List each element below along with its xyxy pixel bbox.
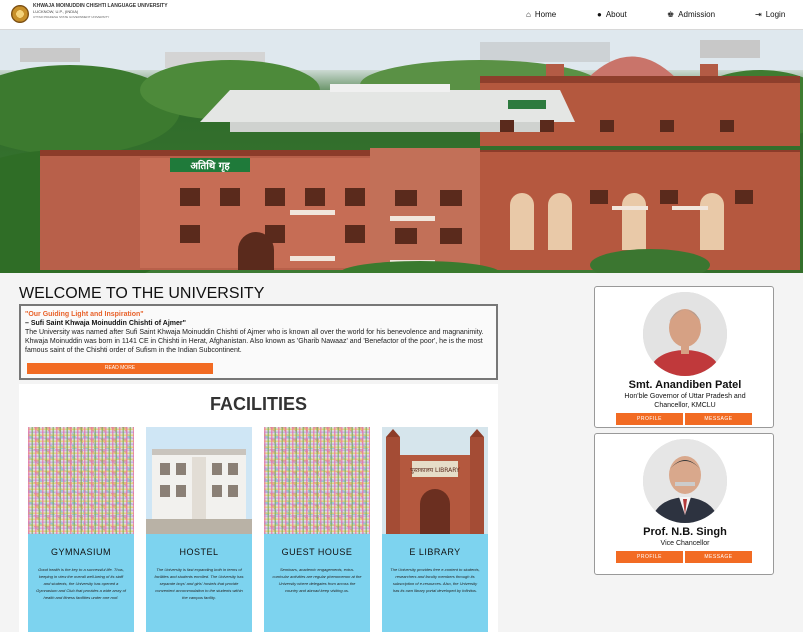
- nav-login-label: Login: [765, 10, 786, 19]
- chancellor-profile-button[interactable]: PROFILE: [616, 413, 683, 425]
- nav-about-label: About: [605, 10, 627, 19]
- facility-card-guest-house[interactable]: GUEST HOUSE Seminars, academic engagemen…: [264, 427, 370, 632]
- library-image: पुस्तकालय LIBRARY: [382, 427, 488, 534]
- read-more-button[interactable]: READ MORE: [27, 363, 213, 374]
- university-subtitle: UTTAR PRADESH STATE GOVERNMENT UNIVERSIT…: [33, 15, 110, 19]
- chancellor-role: Hon'ble Governor of Uttar Pradesh and Ch…: [624, 393, 746, 409]
- hostel-image: [146, 427, 252, 534]
- facility-card-hostel[interactable]: HOSTEL The University is fast expanding …: [146, 427, 252, 632]
- graduation-cap-icon: ♚: [667, 9, 675, 19]
- university-location: LUCKNOW, U.P., (INDIA): [33, 9, 79, 14]
- facilities-title: FACILITIES: [209, 394, 307, 414]
- hostel-building-drawing: [146, 427, 252, 534]
- vice-chancellor-profile-button[interactable]: PROFILE: [616, 551, 683, 563]
- nav-login[interactable]: ⇥ Login: [755, 10, 785, 19]
- vice-chancellor-name: Prof. N.B. Singh: [643, 526, 727, 538]
- nav-admission[interactable]: ♚ Admission: [667, 10, 715, 19]
- facility-title: GUEST HOUSE: [281, 547, 353, 557]
- facility-description: The University provides free e-content t…: [390, 567, 480, 593]
- facility-description: Good health is the key to a successful l…: [36, 567, 126, 600]
- welcome-title: WELCOME TO THE UNIVERSITY: [19, 285, 265, 302]
- nav-home-label: Home: [534, 10, 557, 19]
- chancellor-portrait: [643, 292, 727, 376]
- login-icon: ⇥: [755, 9, 762, 19]
- info-icon: ●: [597, 9, 602, 19]
- nav-about[interactable]: ● About: [597, 10, 627, 19]
- facility-card-gymnasium[interactable]: GYMNASIUM Good health is the key to a su…: [28, 427, 134, 632]
- profile-card-chancellor: Smt. Anandiben Patel Hon'ble Governor of…: [594, 286, 774, 428]
- hero-building-image: अतिथि गृह: [0, 30, 803, 273]
- gymnasium-image: [28, 427, 134, 534]
- university-logo[interactable]: [11, 5, 29, 23]
- facility-title: HOSTEL: [179, 547, 219, 557]
- chancellor-photo: [643, 292, 727, 376]
- welcome-quote-source: – Sufi Saint Khwaja Moinuddin Chishti of…: [25, 320, 186, 327]
- library-building-drawing: पुस्तकालय LIBRARY: [382, 427, 488, 534]
- facility-description: Seminars, academic engagements, extra-cu…: [272, 567, 362, 593]
- facility-card-e-library[interactable]: पुस्तकालय LIBRARY E LIBRARY The Universi…: [382, 427, 488, 632]
- profile-card-vice-chancellor: Prof. N.B. Singh Vice Chancellor PROFILE…: [594, 433, 774, 575]
- vice-chancellor-photo: [643, 439, 727, 523]
- university-title-block: KHWAJA MOINUDDIN CHISHTI LANGUAGE UNIVER…: [33, 4, 183, 19]
- facility-title: E LIBRARY: [409, 547, 461, 557]
- vice-chancellor-portrait: [643, 439, 727, 523]
- welcome-quote: "Our Guiding Light and Inspiration": [25, 311, 144, 318]
- chancellor-name: Smt. Anandiben Patel: [628, 379, 742, 391]
- nav-admission-label: Admission: [678, 10, 716, 19]
- vice-chancellor-message-button[interactable]: MESSAGE: [685, 551, 752, 563]
- guest-house-image: [264, 427, 370, 534]
- hero-banner: अतिथि गृह: [0, 30, 803, 273]
- chancellor-message-button[interactable]: MESSAGE: [685, 413, 752, 425]
- facility-description: The University is fast expanding both in…: [154, 567, 244, 600]
- guest-house-sign: अतिथि गृह: [190, 159, 230, 172]
- welcome-text: The University was named after Sufi Sain…: [25, 329, 484, 354]
- library-sign: पुस्तकालय LIBRARY: [410, 467, 460, 474]
- facilities-section: FACILITIES GYMNASIUM Good health is the …: [19, 384, 498, 632]
- facility-title: GYMNASIUM: [50, 547, 111, 557]
- vice-chancellor-role: Vice Chancellor: [660, 540, 710, 547]
- welcome-box: "Our Guiding Light and Inspiration" – Su…: [19, 304, 498, 380]
- home-icon: ⌂: [526, 9, 531, 19]
- nav-home[interactable]: ⌂ Home: [526, 10, 556, 19]
- page: KHWAJA MOINUDDIN CHISHTI LANGUAGE UNIVER…: [0, 0, 803, 632]
- site-header: KHWAJA MOINUDDIN CHISHTI LANGUAGE UNIVER…: [0, 0, 803, 30]
